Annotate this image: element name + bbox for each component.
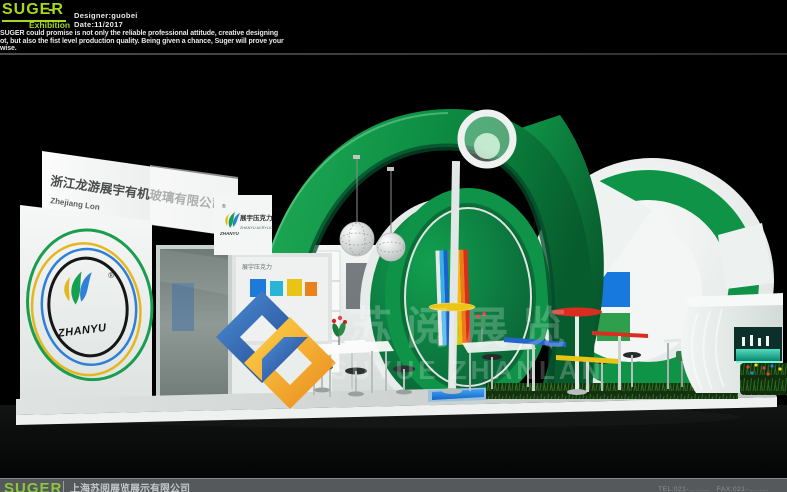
footer: SUGER 上海苏阅展览展示有限公司 TEL:021-……… FAX:021-…… [0, 478, 787, 492]
header-logo-dash: - [48, 1, 53, 19]
designer-label: Designer:guobei [74, 11, 138, 20]
header-logo-sub: Exhibition [29, 20, 70, 30]
column-registered-mark: ® [222, 203, 226, 210]
promise-line-1: SUGER could promise is not only the reli… [0, 30, 292, 38]
footer-divider [63, 481, 64, 492]
glass-poster [172, 283, 194, 331]
footer-company-name: 上海苏阅展览展示有限公司 [70, 480, 190, 492]
alcove-glow [736, 349, 780, 361]
promise-text: SUGER could promise is not only the reli… [0, 30, 292, 53]
disc-square-green [597, 313, 630, 341]
promise-line-3: wise. [0, 45, 292, 53]
logo-wall [20, 205, 152, 407]
flower-hedge [740, 363, 787, 395]
header-logo: SUGER [2, 1, 66, 22]
date-label: Date:11/2017 [74, 20, 123, 29]
header-divider [0, 53, 787, 55]
column-title-en: ZHANYU ACRYLIC [240, 226, 273, 230]
watermark-text-cn: 苏阅展览 [348, 304, 580, 353]
booth-render: ® ZHANYU [0, 55, 787, 478]
footer-contact: TEL:021-……… FAX:021-……… [658, 483, 769, 492]
sphere-lamp [377, 233, 405, 261]
promise-line-2: ot, but also the fist level production q… [0, 38, 292, 46]
design-sheet: SUGER - Exhibition Designer:guobei Date:… [0, 0, 787, 492]
header: SUGER - Exhibition Designer:guobei Date:… [0, 0, 787, 55]
watermark-text-en: SUYUE ZHANLAN [330, 355, 604, 385]
logo-registered-mark: ® [108, 271, 115, 281]
footer-logo: SUGER [4, 480, 62, 492]
sphere-lamp [340, 222, 374, 256]
display-header-text: 展宇压克力 [242, 263, 272, 271]
column-brand-text: ZHANYU [219, 231, 239, 236]
column-title-cn: 展宇压克力 [239, 213, 273, 222]
